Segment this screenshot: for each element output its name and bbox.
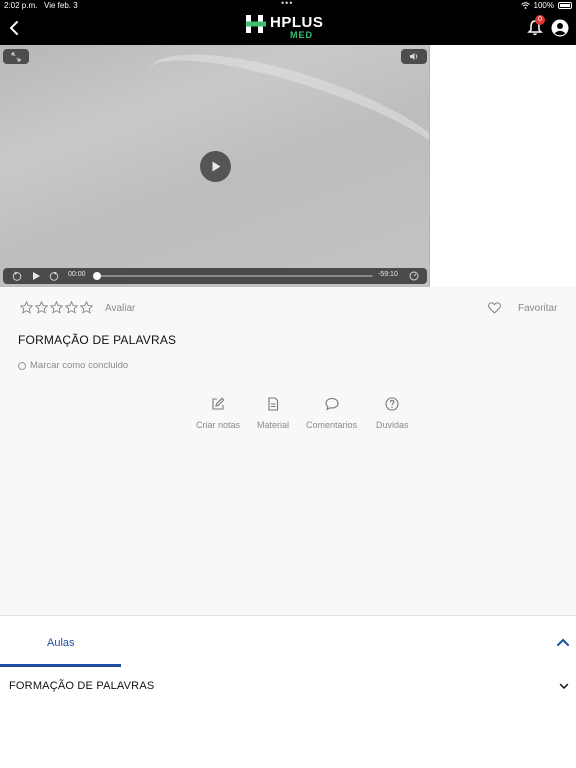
comments-button[interactable]: Comentarios: [306, 397, 357, 433]
play-small-icon[interactable]: [31, 271, 41, 281]
logo-h-mark: [246, 15, 266, 33]
remaining-time: -59:10: [378, 271, 398, 278]
rewind-15-icon[interactable]: [12, 271, 22, 281]
rate-label[interactable]: Avaliar: [105, 303, 135, 314]
logo-sub-text: MED: [290, 30, 313, 40]
questions-button[interactable]: Duvidas: [376, 397, 409, 433]
list-item-title[interactable]: FORMAÇÃO DE PALAVRAS: [9, 680, 154, 692]
status-right: 100%: [520, 1, 572, 10]
app-bar: HPLUS MED 0: [0, 12, 576, 45]
current-time: 00:00: [68, 271, 86, 278]
battery-percent: 100%: [533, 1, 554, 10]
playback-speed-icon[interactable]: [409, 271, 419, 281]
hplus-med-logo: HPLUS MED: [246, 15, 323, 41]
fullscreen-button[interactable]: [3, 49, 29, 64]
edit-icon: [212, 397, 225, 410]
list-item[interactable]: FORMAÇÃO DE PALAVRAS: [0, 668, 576, 704]
lesson-content: Avaliar Favoritar FORMAÇÃO DE PALAVRAS M…: [0, 287, 576, 616]
progress-knob[interactable]: [93, 272, 101, 280]
speaker-icon: [410, 53, 418, 60]
chevron-up-icon[interactable]: [556, 637, 570, 647]
expand-arrows-icon: [11, 52, 21, 61]
forward-15-icon[interactable]: [49, 271, 59, 281]
notification-badge: 0: [535, 15, 545, 25]
star-icon[interactable]: [35, 301, 48, 314]
heart-icon[interactable]: [488, 302, 501, 314]
play-icon: [212, 161, 220, 172]
mark-complete-toggle[interactable]: Marcar como concluido: [18, 360, 128, 371]
battery-icon: [558, 2, 572, 9]
comment-icon: [324, 397, 339, 411]
progress-track[interactable]: [97, 275, 373, 277]
lesson-title: FORMAÇÃO DE PALAVRAS: [18, 333, 177, 347]
volume-button[interactable]: [401, 49, 427, 64]
question-icon: [385, 397, 399, 411]
tab-aulas[interactable]: Aulas: [47, 637, 75, 649]
status-time: 2:02 p.m. Vie feb. 3: [4, 1, 78, 10]
material-button[interactable]: Material: [257, 397, 289, 433]
user-avatar-icon[interactable]: [551, 19, 569, 37]
lesson-tabs: Aulas: [0, 617, 576, 668]
status-bar: 2:02 p.m. Vie feb. 3 ••• 100%: [0, 0, 576, 12]
multitasking-dots[interactable]: •••: [281, 0, 293, 8]
radio-circle-icon[interactable]: [18, 361, 26, 370]
active-tab-indicator: [0, 664, 121, 667]
star-icon[interactable]: [50, 301, 63, 314]
star-rating[interactable]: [20, 301, 93, 314]
player-controls-bar: 00:00 -59:10: [3, 268, 427, 284]
favorite-label[interactable]: Favoritar: [518, 303, 557, 314]
document-icon: [268, 397, 279, 411]
star-icon[interactable]: [65, 301, 78, 314]
star-icon[interactable]: [20, 301, 33, 314]
create-notes-button[interactable]: Criar notas: [196, 397, 240, 433]
wifi-icon: [520, 2, 530, 9]
chevron-down-icon[interactable]: [559, 683, 569, 690]
center-play-button[interactable]: [200, 151, 231, 182]
back-chevron-icon[interactable]: [7, 20, 23, 36]
logo-main-text: HPLUS: [270, 14, 324, 31]
mark-complete-label[interactable]: Marcar como concluido: [30, 360, 128, 371]
star-icon[interactable]: [80, 301, 93, 314]
